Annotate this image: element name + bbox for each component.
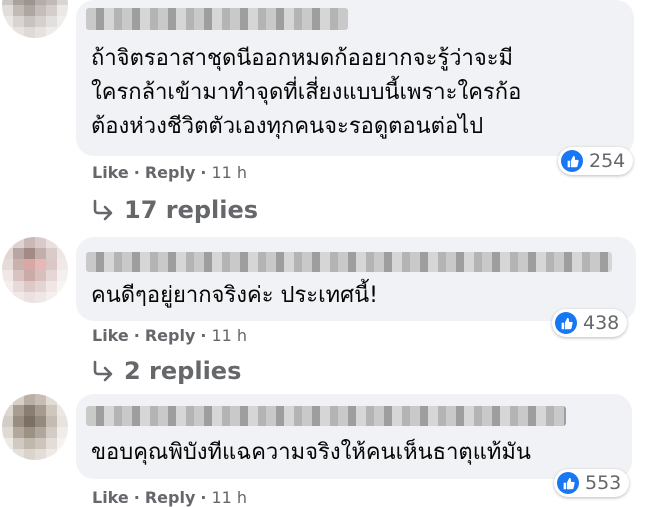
timestamp[interactable]: 11 h: [211, 326, 247, 345]
author-name-blurred[interactable]: [86, 406, 566, 426]
comment-actions: Like · Reply · 11 h: [92, 326, 247, 345]
reply-arrow-icon: [93, 199, 113, 221]
reply-link[interactable]: Reply: [145, 326, 196, 345]
comment-bubble: ขอบคุณพิบังทีแฉความจริงให้คนเห็นธาตุแท้ม…: [76, 394, 632, 479]
reply-arrow-icon: [93, 360, 113, 382]
author-name-blurred[interactable]: [86, 8, 348, 30]
comment-actions: Like · Reply · 11 h: [92, 163, 247, 182]
replies-label: 2 replies: [124, 357, 242, 385]
separator: ·: [133, 488, 140, 507]
separator: ·: [133, 326, 140, 345]
reply-link[interactable]: Reply: [145, 488, 196, 507]
thumbs-up-icon: [557, 472, 579, 494]
author-name-blurred[interactable]: [86, 252, 612, 272]
avatar[interactable]: [2, 0, 68, 38]
comment-text: ถ้าจิตรอาสาชุดนีออกหมดก้ออยากจะรู้ว่าจะม…: [91, 46, 522, 139]
avatar[interactable]: [2, 237, 68, 303]
thumbs-up-icon: [561, 150, 583, 172]
separator: ·: [133, 163, 140, 182]
comment-text: คนดีๆอยู่ยากจริงค่ะ ประเทศนี้!: [91, 283, 378, 308]
reply-link[interactable]: Reply: [145, 163, 196, 182]
comment-actions: Like · Reply · 11 h: [92, 488, 247, 507]
reaction-count[interactable]: 254: [558, 147, 634, 175]
reaction-count[interactable]: 553: [554, 469, 630, 497]
comment-bubble: ถ้าจิตรอาสาชุดนีออกหมดก้ออยากจะรู้ว่าจะม…: [76, 0, 634, 156]
reaction-count-value: 254: [589, 150, 626, 172]
reaction-count-value: 438: [583, 312, 620, 334]
like-link[interactable]: Like: [92, 326, 129, 345]
like-link[interactable]: Like: [92, 163, 129, 182]
separator: ·: [200, 488, 207, 507]
comment-text: ขอบคุณพิบังทีแฉความจริงให้คนเห็นธาตุแท้ม…: [91, 440, 531, 465]
separator: ·: [200, 326, 207, 345]
replies-label: 17 replies: [124, 196, 259, 224]
view-replies-link[interactable]: 17 replies: [90, 196, 258, 224]
timestamp[interactable]: 11 h: [211, 488, 247, 507]
timestamp[interactable]: 11 h: [211, 163, 247, 182]
view-replies-link[interactable]: 2 replies: [90, 357, 241, 385]
thumbs-up-icon: [555, 312, 577, 334]
reaction-count[interactable]: 438: [552, 309, 628, 337]
separator: ·: [200, 163, 207, 182]
reaction-count-value: 553: [585, 472, 622, 494]
comment-bubble: คนดีๆอยู่ยากจริงค่ะ ประเทศนี้!: [76, 237, 636, 321]
like-link[interactable]: Like: [92, 488, 129, 507]
avatar[interactable]: [2, 394, 68, 460]
